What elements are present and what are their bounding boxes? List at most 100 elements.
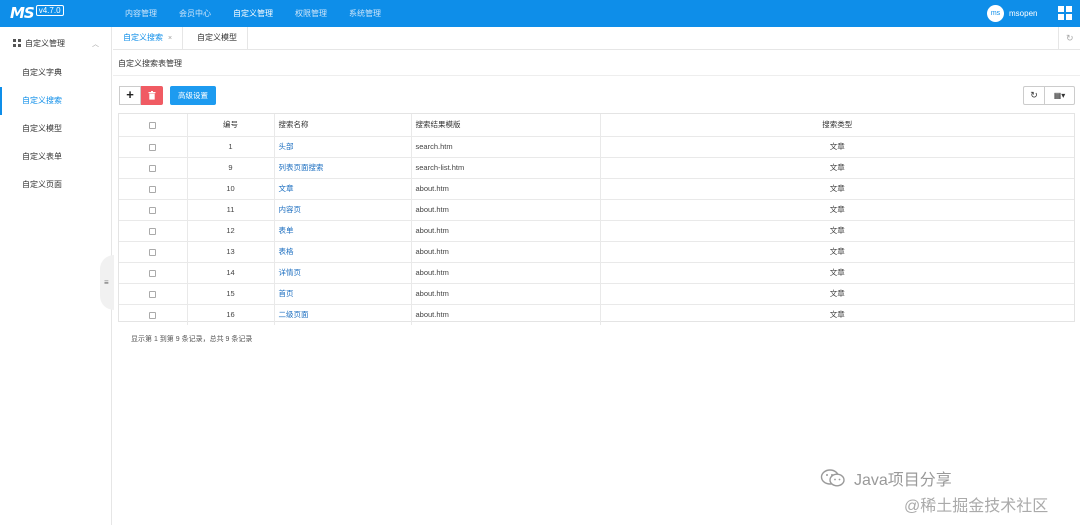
select-all-checkbox[interactable]: [149, 121, 157, 129]
columns-button[interactable]: ▦▾: [1045, 86, 1075, 105]
delete-button[interactable]: [141, 86, 163, 105]
row-checkbox[interactable]: [149, 290, 157, 298]
tab-custom-model[interactable]: 自定义模型: [187, 27, 248, 49]
page-title: 自定义搜索表管理: [118, 59, 182, 68]
chevron-up-icon: ︿: [92, 41, 99, 48]
cell-type: 文章: [600, 241, 1074, 263]
cell-type: 文章: [829, 310, 845, 320]
cell-template: search.htm: [411, 136, 601, 158]
row-checkbox-cell[interactable]: [119, 283, 188, 305]
table-row[interactable]: 9 列表页面搜索 search-list.htm 文章: [119, 157, 1074, 179]
row-checkbox[interactable]: [149, 227, 157, 235]
sidebar-group-label: 自定义管理: [25, 38, 65, 48]
refresh-tab-icon[interactable]: ↻: [1066, 33, 1074, 44]
row-checkbox-cell[interactable]: [119, 220, 188, 242]
row-checkbox-cell[interactable]: [119, 136, 188, 158]
top-navbar: MS v4.7.0 内容管理 会员中心 自定义管理 权限管理 系统管理 ms m…: [0, 0, 1080, 27]
sidebar-item-search[interactable]: 自定义搜索: [0, 87, 111, 115]
sidebar-item-model[interactable]: 自定义模型: [0, 115, 111, 143]
topnav-content[interactable]: 内容管理: [114, 0, 168, 27]
close-icon[interactable]: ×: [168, 35, 172, 42]
cell-name-link[interactable]: 表格: [274, 241, 412, 263]
row-checkbox-cell[interactable]: [119, 199, 188, 221]
trash-icon: [148, 91, 156, 100]
username: msopen: [1009, 9, 1038, 18]
sidebar-group-header[interactable]: 自定义管理 ︿: [0, 27, 111, 59]
row-checkbox[interactable]: [149, 206, 157, 214]
cell-name-link[interactable]: 文章: [274, 178, 412, 200]
cell-id: 16: [187, 304, 275, 325]
sidebar-collapse-toggle[interactable]: ≡: [100, 255, 114, 310]
table-row[interactable]: 15 首页 about.htm 文章: [119, 283, 1074, 305]
cell-name-link[interactable]: 头部: [274, 136, 412, 158]
cell-type: 文章: [600, 178, 1074, 200]
table-row[interactable]: 12 表单 about.htm 文章: [119, 220, 1074, 242]
refresh-button[interactable]: ↻: [1023, 86, 1045, 105]
logo-text: MS: [10, 4, 35, 22]
row-checkbox[interactable]: [149, 164, 157, 172]
select-all-checkbox-cell[interactable]: [119, 114, 188, 137]
row-checkbox-cell[interactable]: [119, 241, 188, 263]
cell-id: 13: [187, 241, 275, 263]
row-checkbox[interactable]: [149, 143, 157, 151]
cell-id: 12: [187, 220, 275, 242]
topnav-member[interactable]: 会员中心: [168, 0, 222, 27]
logo[interactable]: MS v4.7.0: [10, 4, 64, 23]
row-checkbox-cell[interactable]: [119, 304, 188, 325]
header-template[interactable]: 搜索结果模版: [411, 114, 601, 137]
cell-id: 11: [187, 199, 275, 221]
tab-label: 自定义搜索: [123, 33, 163, 42]
cell-id: 15: [187, 283, 275, 305]
apps-grid-icon[interactable]: [1058, 6, 1072, 20]
table-row[interactable]: 11 内容页 about.htm 文章: [119, 199, 1074, 221]
cell-name-link[interactable]: 内容页: [274, 199, 412, 221]
table-row[interactable]: 10 文章 about.htm 文章: [119, 178, 1074, 200]
cell-name-link[interactable]: 详情页: [274, 262, 412, 284]
sidebar-item-page[interactable]: 自定义页面: [0, 171, 111, 199]
table-header-row: 编号 搜索名称 搜索结果模版 搜索类型: [119, 114, 1074, 137]
tab-custom-search[interactable]: 自定义搜索 ×: [113, 27, 184, 49]
tab-divider: [1058, 27, 1059, 50]
pagination-info: 显示第 1 到第 9 条记录，总共 9 条记录: [131, 336, 253, 343]
cell-name-link[interactable]: 表单: [274, 220, 412, 242]
cell-name-link[interactable]: 列表页面搜索: [274, 157, 412, 179]
header-name[interactable]: 搜索名称: [274, 114, 412, 137]
row-checkbox-cell[interactable]: [119, 262, 188, 284]
divider: [113, 75, 1080, 76]
row-checkbox[interactable]: [149, 311, 157, 319]
cell-id: 1: [187, 136, 275, 158]
cell-template: about.htm: [411, 262, 601, 284]
watermark-source: @稀土掘金技术社区: [904, 498, 1049, 515]
table-row[interactable]: 13 表格 about.htm 文章: [119, 241, 1074, 263]
cell-template: about.htm: [411, 220, 601, 242]
cell-id: 10: [187, 178, 275, 200]
table-row[interactable]: 14 详情页 about.htm 文章: [119, 262, 1074, 284]
user-menu[interactable]: ms msopen: [987, 5, 1037, 22]
tab-bar: 自定义搜索 × 自定义模型: [113, 27, 1080, 50]
sidebar-item-form[interactable]: 自定义表单: [0, 143, 111, 171]
advanced-settings-button[interactable]: 高级设置: [170, 86, 216, 105]
header-type[interactable]: 搜索类型: [600, 114, 1074, 137]
table-row[interactable]: 1 头部 search.htm 文章: [119, 136, 1074, 158]
watermark: Java项目分享 @稀土掘金技术社区: [820, 466, 1048, 516]
topnav-custom[interactable]: 自定义管理: [222, 0, 284, 27]
avatar: ms: [987, 5, 1004, 22]
row-checkbox[interactable]: [149, 248, 157, 256]
header-id[interactable]: 编号: [187, 114, 275, 137]
row-checkbox[interactable]: [149, 269, 157, 277]
cell-template: about.htm: [411, 178, 601, 200]
cell-type: 文章: [600, 283, 1074, 305]
row-checkbox-cell[interactable]: [119, 157, 188, 179]
topnav-system[interactable]: 系统管理: [338, 0, 392, 27]
table-row[interactable]: 16 二级页面 about.htm 文章: [119, 304, 1074, 325]
cell-template: about.htm: [411, 241, 601, 263]
cell-template: about.htm: [411, 304, 601, 325]
add-button[interactable]: +: [119, 86, 141, 105]
sidebar-item-dictionary[interactable]: 自定义字典: [0, 59, 111, 87]
cell-name-link[interactable]: 首页: [274, 283, 412, 305]
topnav-permission[interactable]: 权限管理: [284, 0, 338, 27]
row-checkbox-cell[interactable]: [119, 178, 188, 200]
wechat-icon: [820, 469, 845, 487]
cell-name-link[interactable]: 二级页面: [274, 304, 412, 325]
row-checkbox[interactable]: [149, 185, 157, 193]
